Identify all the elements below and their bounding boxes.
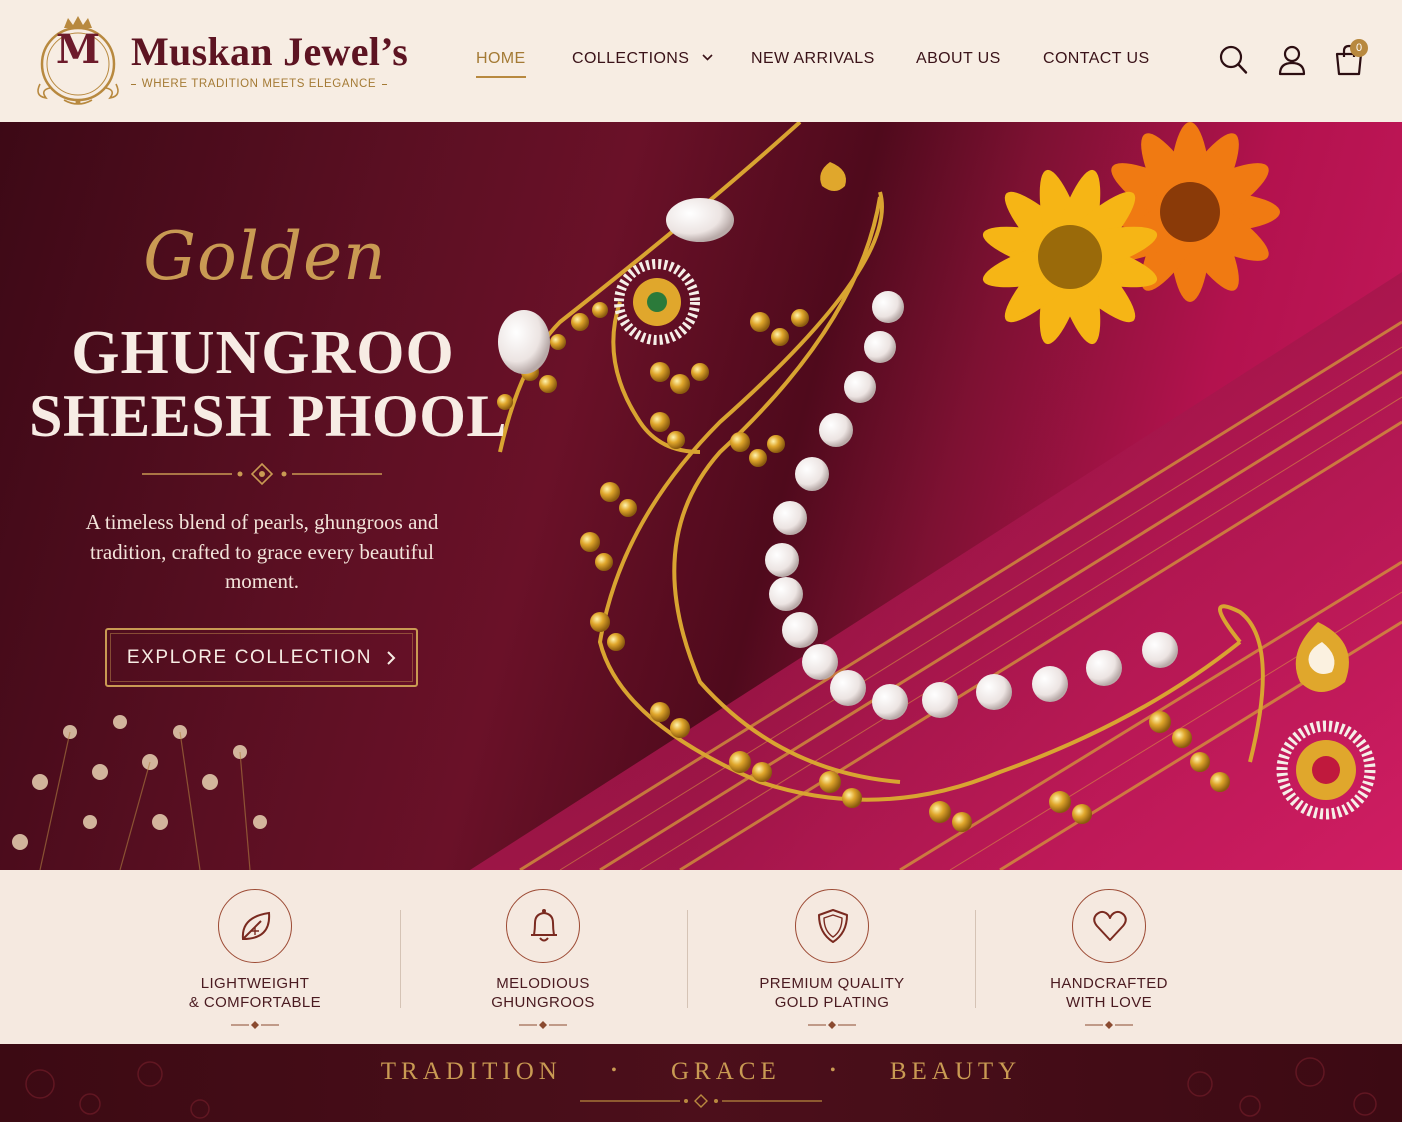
nav-home[interactable]: HOME bbox=[476, 50, 526, 78]
feature-icon-circle bbox=[1072, 889, 1146, 963]
nav-collections[interactable]: COLLECTIONS bbox=[572, 50, 713, 68]
feature-icon-circle bbox=[506, 889, 580, 963]
feature-label: PREMIUM QUALITY GOLD PLATING bbox=[712, 974, 952, 1012]
hero-title-line1: GHUNGROO bbox=[71, 319, 455, 387]
features-strip: LIGHTWEIGHT & COMFORTABLE MELODIOUS GHUN… bbox=[0, 870, 1402, 1044]
chevron-down-icon bbox=[702, 54, 713, 61]
feature-gold-plating: PREMIUM QUALITY GOLD PLATING bbox=[712, 870, 952, 1044]
brand-name[interactable]: Muskan Jewel’s bbox=[131, 28, 408, 75]
hero-script-title: Golden bbox=[143, 218, 387, 295]
feature-line1: MELODIOUS bbox=[496, 975, 590, 992]
feature-handcrafted: HANDCRAFTED WITH LOVE bbox=[989, 870, 1229, 1044]
cart-count-badge: 0 bbox=[1350, 39, 1368, 57]
hero-banner: Golden GHUNGROO SHEESH PHOOL A timeless … bbox=[0, 122, 1402, 870]
value-separator: • bbox=[829, 1062, 841, 1079]
value-beauty: BEAUTY bbox=[889, 1058, 1022, 1085]
feature-divider bbox=[400, 910, 401, 1008]
feature-icon-circle bbox=[795, 889, 869, 963]
feature-divider bbox=[687, 910, 688, 1008]
site-header: M Muskan Jewel’s WHERE TRADITION MEETS E… bbox=[0, 0, 1402, 122]
feature-lightweight: LIGHTWEIGHT & COMFORTABLE bbox=[135, 870, 375, 1044]
ornament-divider-icon bbox=[580, 1094, 822, 1108]
values-text: TRADITION • GRACE • BEAUTY bbox=[0, 1058, 1402, 1086]
feature-label: MELODIOUS GHUNGROOS bbox=[423, 974, 663, 1012]
hero-description: A timeless blend of pearls, ghungroos an… bbox=[85, 510, 439, 593]
brand-tagline-text: WHERE TRADITION MEETS ELEGANCE bbox=[141, 78, 377, 90]
nav-about[interactable]: ABOUT US bbox=[916, 50, 1001, 68]
feature-line1: PREMIUM QUALITY bbox=[759, 975, 905, 992]
small-ornament-icon bbox=[519, 1021, 567, 1029]
brand-tagline: WHERE TRADITION MEETS ELEGANCE bbox=[131, 78, 387, 90]
feature-line2: GOLD PLATING bbox=[774, 994, 890, 1011]
ornament-divider-icon bbox=[142, 462, 382, 486]
active-underline bbox=[476, 76, 526, 78]
value-separator: • bbox=[611, 1062, 622, 1079]
value-grace: GRACE bbox=[670, 1058, 781, 1085]
feature-line1: LIGHTWEIGHT bbox=[200, 975, 310, 992]
small-ornament-icon bbox=[231, 1021, 279, 1029]
feature-line2: WITH LOVE bbox=[1065, 994, 1153, 1011]
nav-collections-label: COLLECTIONS bbox=[572, 50, 690, 67]
feature-divider bbox=[975, 910, 976, 1008]
search-icon[interactable] bbox=[1218, 44, 1248, 76]
explore-collection-label: EXPLORE COLLECTION bbox=[126, 646, 373, 668]
nav-contact[interactable]: CONTACT US bbox=[1043, 50, 1150, 68]
user-icon[interactable] bbox=[1277, 44, 1307, 76]
values-band: TRADITION • GRACE • BEAUTY bbox=[0, 1044, 1402, 1122]
small-ornament-icon bbox=[808, 1021, 856, 1029]
feature-label: LIGHTWEIGHT & COMFORTABLE bbox=[135, 974, 375, 1012]
leaf-icon bbox=[241, 911, 271, 941]
feature-line2: GHUNGROOS bbox=[491, 994, 595, 1011]
logo-letter: M bbox=[55, 26, 101, 73]
heart-icon bbox=[1093, 910, 1127, 941]
chevron-right-icon bbox=[387, 650, 396, 665]
feature-line1: HANDCRAFTED bbox=[1050, 975, 1168, 992]
nav-home-label: HOME bbox=[476, 50, 526, 67]
feature-line2: & COMFORTABLE bbox=[188, 994, 322, 1011]
feature-ghungroos: MELODIOUS GHUNGROOS bbox=[423, 870, 663, 1044]
feature-label: HANDCRAFTED WITH LOVE bbox=[989, 974, 1229, 1012]
feature-icon-circle bbox=[218, 889, 292, 963]
bell-icon bbox=[531, 909, 557, 942]
explore-collection-button[interactable]: EXPLORE COLLECTION bbox=[105, 628, 418, 687]
value-tradition: TRADITION bbox=[380, 1058, 562, 1085]
hero-title-line2: SHEESH PHOOL bbox=[29, 383, 507, 449]
shield-icon bbox=[818, 909, 848, 943]
nav-new-arrivals[interactable]: NEW ARRIVALS bbox=[751, 50, 875, 68]
small-ornament-icon bbox=[1085, 1021, 1133, 1029]
